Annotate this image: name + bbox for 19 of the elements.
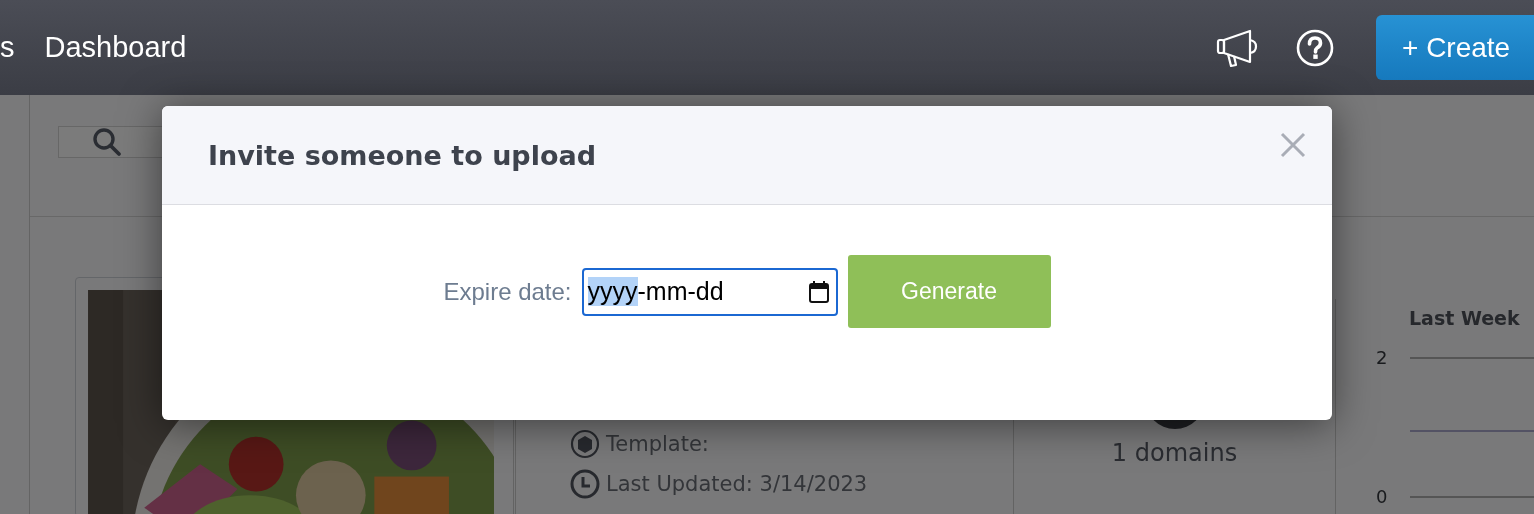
date-field[interactable]: yyyy-mm-dd <box>581 267 838 316</box>
domains-count: 1 domains <box>1111 439 1238 467</box>
clock-icon <box>570 469 600 499</box>
date-text: -mm-dd <box>637 277 724 306</box>
help-icon[interactable] <box>1296 28 1334 67</box>
nav-link[interactable]: s <box>0 31 15 64</box>
create-button[interactable]: + Create <box>1376 15 1534 80</box>
expire-date-label: Expire date: <box>443 277 572 306</box>
date-text: yyyy <box>587 277 638 306</box>
axis-label: 2 <box>1376 347 1389 368</box>
chart-title: Last Week <box>1409 307 1521 329</box>
box-icon <box>570 429 600 459</box>
last-updated-text: Last Updated: 3/14/2023 <box>606 472 868 496</box>
dialog-title: Invite someone to upload <box>208 139 597 171</box>
search-icon <box>92 127 122 157</box>
calendar-icon[interactable] <box>807 279 830 304</box>
nav-link[interactable]: Dashboard <box>44 31 187 64</box>
axis-label: 0 <box>1376 486 1389 507</box>
template-label: Template: <box>606 432 709 456</box>
